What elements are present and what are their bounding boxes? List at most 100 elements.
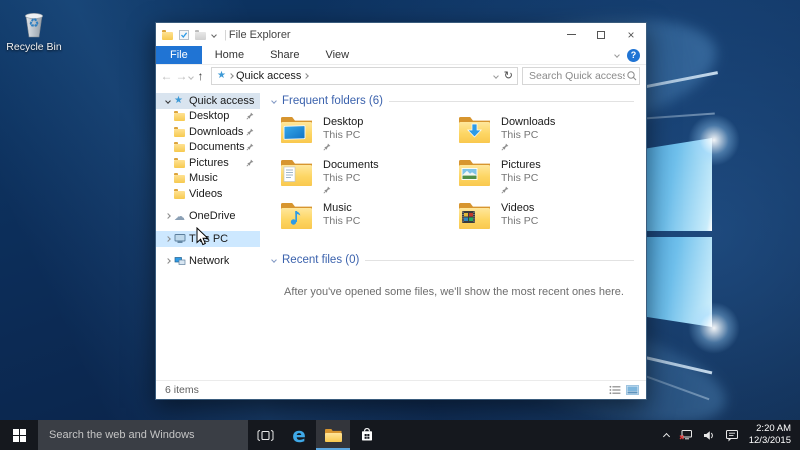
action-center-icon[interactable]: [725, 429, 739, 442]
back-button[interactable]: ←: [159, 69, 174, 83]
task-view-button[interactable]: [248, 420, 282, 450]
sidebar-item-label: Videos: [189, 187, 223, 200]
thumbnail-view-icon[interactable]: [626, 385, 639, 395]
window-body: ★ Quick access Desktop Downloads Documen…: [156, 88, 646, 380]
document-overlay-icon: [283, 166, 296, 182]
music-note-icon: [290, 211, 301, 225]
search-icon[interactable]: [625, 70, 639, 82]
forward-button[interactable]: →: [174, 69, 189, 83]
chevron-right-icon[interactable]: [161, 213, 174, 220]
folder-name: Documents: [323, 159, 379, 171]
tray-expand-icon[interactable]: [662, 432, 670, 441]
breadcrumb-chevron-icon[interactable]: [303, 72, 310, 79]
search-box[interactable]: [522, 66, 640, 85]
edge-button[interactable]: e: [282, 420, 316, 450]
taskbar-search-box[interactable]: [38, 420, 248, 450]
explorer-app-icon: [162, 29, 173, 40]
filmstrip-icon: [462, 211, 475, 223]
sidebar-item-onedrive[interactable]: ☁ OneDrive: [156, 209, 260, 225]
onedrive-cloud-icon: ☁: [174, 210, 185, 223]
folder-icon: [174, 188, 185, 199]
breadcrumb-chevron-icon[interactable]: [228, 72, 234, 79]
expand-ribbon-icon[interactable]: [614, 52, 620, 58]
pin-icon: [501, 143, 509, 151]
chevron-right-icon[interactable]: [161, 235, 174, 242]
tab-share[interactable]: Share: [257, 46, 312, 64]
minimize-button[interactable]: [556, 23, 586, 46]
sidebar-item-label: OneDrive: [189, 210, 236, 223]
title-bar[interactable]: | File Explorer ×: [156, 23, 646, 46]
chevron-right-icon[interactable]: [161, 258, 174, 265]
chevron-down-icon[interactable]: [271, 257, 277, 263]
folder-icon: [174, 157, 185, 168]
sidebar-item-desktop[interactable]: Desktop: [156, 109, 260, 125]
store-button[interactable]: [350, 420, 384, 450]
folder-tile-pictures[interactable]: Pictures This PC: [458, 158, 636, 201]
quick-access-star-icon: ★: [174, 95, 183, 107]
refresh-icon[interactable]: ↻: [504, 69, 513, 82]
folder-tile-music[interactable]: Music This PC: [280, 201, 458, 244]
folder-name: Pictures: [501, 159, 541, 171]
taskbar-clock[interactable]: 2:20 AM 12/3/2015: [749, 423, 791, 448]
network-icon: [174, 257, 186, 266]
folder-location: This PC: [323, 215, 361, 227]
details-view-icon[interactable]: [609, 385, 621, 395]
folder-location: This PC: [501, 215, 539, 227]
pin-icon: [246, 128, 254, 136]
recent-files-header[interactable]: Recent files (0): [271, 254, 636, 266]
taskbar-search-input[interactable]: [38, 429, 248, 441]
chevron-down-icon[interactable]: [161, 97, 174, 104]
start-button[interactable]: [0, 420, 38, 450]
folder-tile-desktop[interactable]: Desktop This PC: [280, 115, 458, 158]
wallpaper-glow: [688, 114, 740, 166]
tab-home[interactable]: Home: [202, 46, 257, 64]
divider: [389, 100, 634, 102]
frequent-folders-header[interactable]: Frequent folders (6): [271, 95, 636, 107]
sidebar-item-downloads[interactable]: Downloads: [156, 124, 260, 140]
sidebar-item-quick-access[interactable]: ★ Quick access: [156, 93, 260, 109]
sidebar-item-videos[interactable]: Videos: [156, 186, 260, 202]
sidebar-item-label: Network: [189, 255, 230, 268]
up-button[interactable]: ↑: [193, 69, 208, 83]
address-dropdown-icon[interactable]: [492, 72, 499, 79]
folder-tile-videos[interactable]: Videos This PC: [458, 201, 636, 244]
search-input[interactable]: [523, 69, 625, 82]
sidebar-item-pictures[interactable]: Pictures: [156, 155, 260, 171]
maximize-button[interactable]: [586, 23, 616, 46]
folder-icon: [458, 159, 492, 187]
tab-view[interactable]: View: [312, 46, 362, 64]
recycle-bin-icon[interactable]: ♻ Recycle Bin: [2, 8, 66, 53]
divider: [365, 259, 634, 261]
ribbon-tab-bar: File Home Share View ?: [156, 46, 646, 65]
windows-logo-icon: [12, 428, 26, 442]
folder-tile-downloads[interactable]: Downloads This PC: [458, 115, 636, 158]
chevron-down-icon[interactable]: [271, 98, 277, 104]
folder-tile-documents[interactable]: Documents This PC: [280, 158, 458, 201]
close-button[interactable]: ×: [616, 23, 646, 46]
breadcrumb[interactable]: Quick access: [236, 70, 301, 82]
divider: |: [224, 28, 227, 41]
sidebar-item-music[interactable]: Music: [156, 171, 260, 187]
help-button[interactable]: ?: [627, 48, 640, 62]
volume-icon[interactable]: [703, 430, 715, 441]
file-explorer-window: | File Explorer × File Home Share View ?…: [155, 22, 647, 400]
folder-icon: [174, 126, 185, 137]
file-explorer-taskbar-button[interactable]: [316, 420, 350, 450]
properties-icon[interactable]: [179, 29, 189, 40]
address-bar[interactable]: ★ Quick access ↻: [211, 66, 518, 85]
folder-icon: [280, 202, 314, 230]
task-view-icon: [257, 429, 273, 441]
tab-file[interactable]: File: [156, 46, 202, 64]
frequent-folders-grid: Desktop This PC Downloads This PC Docume…: [280, 115, 636, 244]
clock-time: 2:20 AM: [756, 422, 791, 434]
picture-overlay-icon: [461, 168, 478, 180]
sidebar-item-network[interactable]: Network: [156, 254, 260, 270]
download-arrow-icon: [466, 123, 483, 138]
sidebar-item-documents[interactable]: Documents: [156, 140, 260, 156]
group-title: Frequent folders (6): [282, 95, 383, 107]
new-folder-icon[interactable]: [195, 29, 206, 40]
qat-customize-icon[interactable]: [211, 31, 217, 38]
minimize-icon: [566, 34, 576, 35]
network-status-icon[interactable]: [679, 429, 693, 441]
pin-icon: [323, 143, 331, 151]
